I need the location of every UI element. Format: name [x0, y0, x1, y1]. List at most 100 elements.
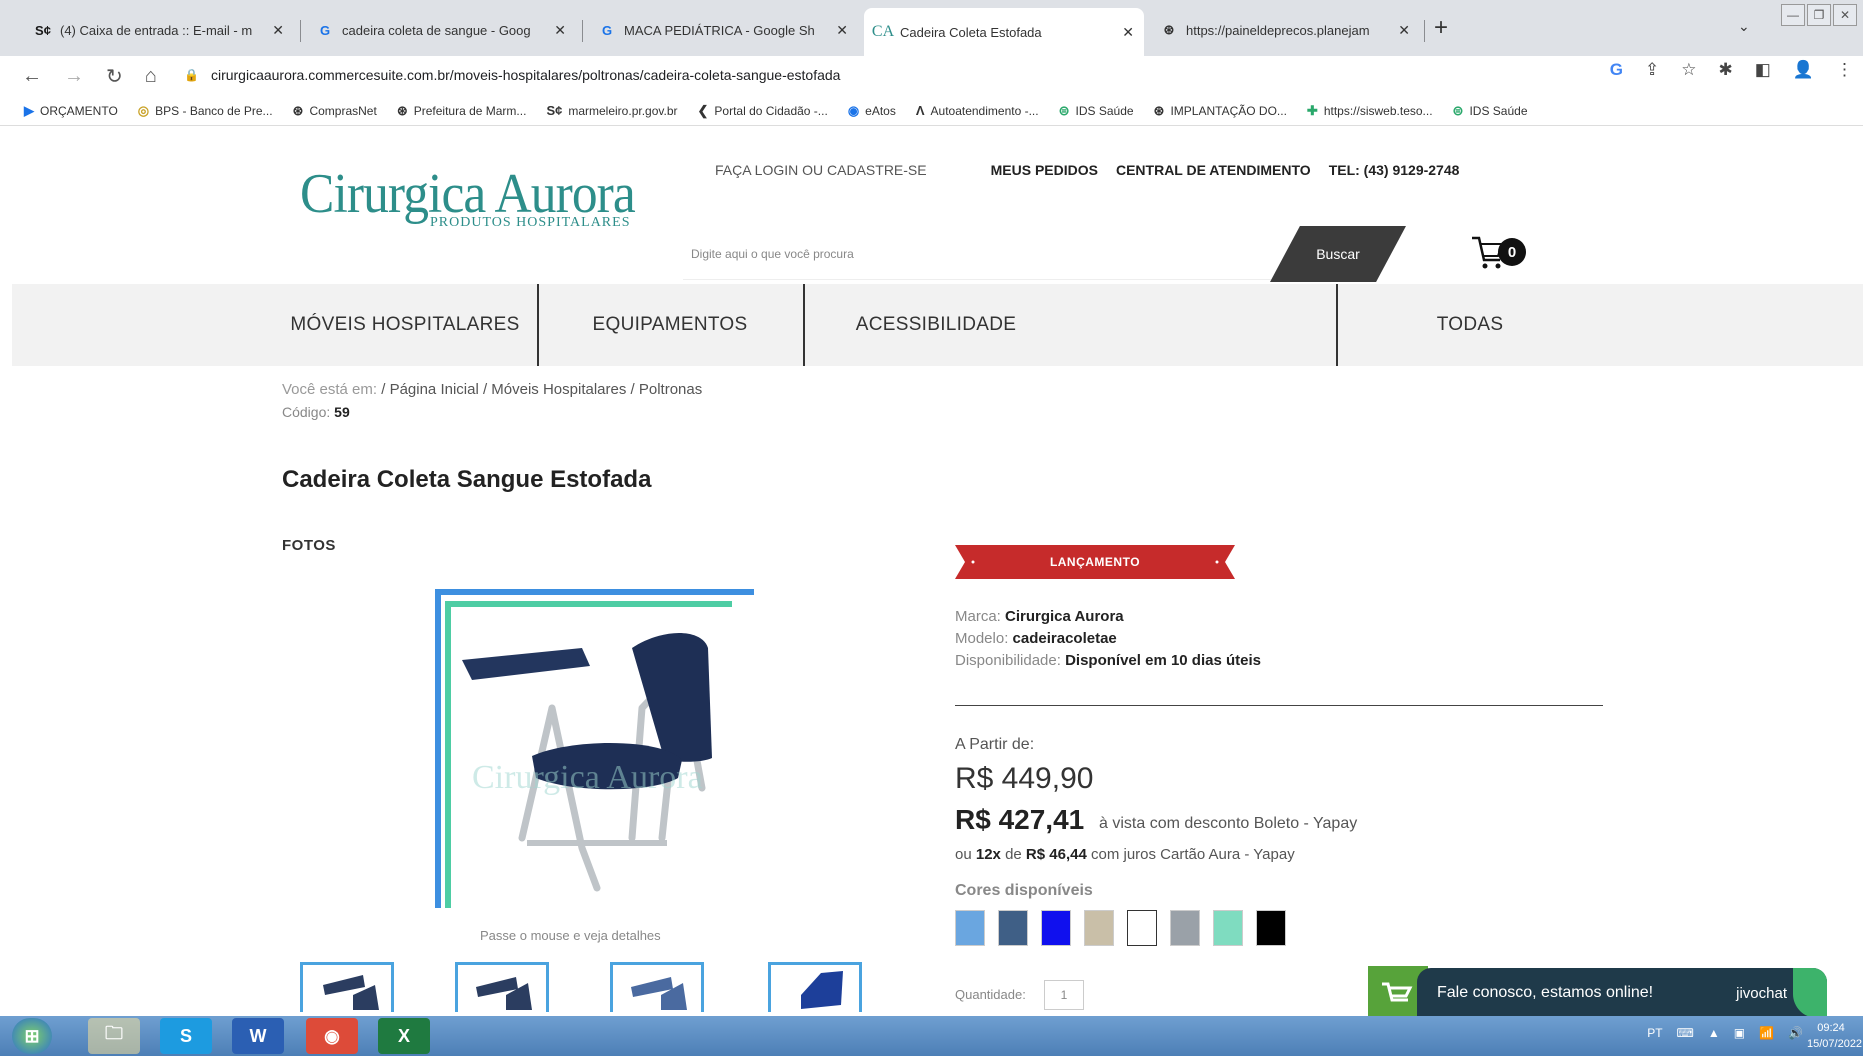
menu-acessibilidade[interactable]: ACESSIBILIDADE [806, 284, 1066, 366]
extensions-puzzle-icon[interactable]: ✱ [1719, 60, 1733, 80]
keyboard-icon[interactable]: ⌨ [1677, 1026, 1694, 1040]
tab-email[interactable]: S¢ (4) Caixa de entrada :: E-mail - m ✕ [24, 12, 294, 48]
address-bar[interactable]: 🔒 cirurgicaaurora.commercesuite.com.br/m… [184, 59, 1584, 91]
tray-app-icon[interactable]: ▣ [1734, 1026, 1745, 1040]
bookmark-label: marmeleiro.pr.gov.br [568, 103, 678, 118]
color-swatch[interactable] [998, 910, 1028, 946]
tab-search-chevron-icon[interactable]: ⌄ [1738, 18, 1750, 35]
chat-widget[interactable]: Fale conosco, estamos online! jivochat [1417, 968, 1827, 1018]
color-swatch[interactable] [1127, 910, 1157, 946]
close-icon[interactable]: ✕ [1122, 24, 1134, 41]
availability-value: Disponível em 10 dias úteis [1065, 652, 1261, 669]
share-icon[interactable]: ⇪ [1645, 60, 1659, 80]
thumbnail[interactable] [455, 962, 549, 1012]
star-bookmark-icon[interactable]: ☆ [1681, 60, 1696, 80]
close-icon[interactable]: ✕ [1398, 22, 1410, 39]
network-icon[interactable]: 📶 [1759, 1026, 1774, 1040]
maximize-button[interactable]: ❐ [1807, 4, 1831, 26]
side-panel-icon[interactable]: ◧ [1755, 60, 1771, 80]
color-swatch[interactable] [1170, 910, 1200, 946]
quantity-label: Quantidade: [955, 987, 1026, 1002]
bookmark-item[interactable]: ▶ ORÇAMENTO [24, 103, 118, 119]
profile-avatar-icon[interactable]: 👤 [1793, 60, 1814, 80]
tab-active-product[interactable]: CA Cadeira Coleta Estofada ✕ [864, 8, 1144, 56]
search-input[interactable]: Digite aqui o que você procura [683, 228, 1303, 280]
bookmark-item[interactable]: S¢ marmeleiro.pr.gov.br [546, 103, 677, 118]
product-code: Código: 59 [282, 404, 350, 420]
support-link[interactable]: CENTRAL DE ATENDIMENTO [1116, 162, 1311, 178]
back-arrow-icon[interactable]: ← [22, 65, 42, 88]
color-swatch[interactable] [1041, 910, 1071, 946]
color-swatch[interactable] [1256, 910, 1286, 946]
bookmark-item[interactable]: ⊜ IDS Saúde [1059, 103, 1134, 119]
tesouro-icon: ✚ [1306, 102, 1318, 118]
menu-todas[interactable]: TODAS [1340, 284, 1600, 366]
tab-google-search[interactable]: G cadeira coleta de sangue - Goog ✕ [306, 12, 576, 48]
tab-google-shopping[interactable]: G MACA PEDIÁTRICA - Google Sh ✕ [588, 12, 858, 48]
product-image[interactable]: Cirurgica Aurora [432, 588, 762, 908]
chrome-icon[interactable]: ◉ [306, 1018, 358, 1054]
reload-icon[interactable]: ↻ [106, 64, 123, 89]
orders-link[interactable]: MEUS PEDIDOS [991, 162, 1098, 178]
toolbar-actions: G ⇪ ☆ ✱ ◧ 👤 ⋮ [1610, 60, 1853, 80]
clock[interactable]: 09:24 15/07/2022 [1807, 1020, 1862, 1052]
installment-mid: de [1005, 846, 1022, 863]
bookmark-item[interactable]: ✚ https://sisweb.teso... [1307, 103, 1433, 119]
bookmark-item[interactable]: ◎ BPS - Banco de Pre... [138, 103, 273, 119]
color-swatch[interactable] [1084, 910, 1114, 946]
home-icon[interactable]: ⌂ [145, 65, 157, 88]
excel-icon[interactable]: X [378, 1018, 430, 1054]
bookmark-item[interactable]: ❮ Portal do Cidadão -... [698, 103, 828, 119]
thumbnail[interactable] [610, 962, 704, 1012]
close-icon[interactable]: ✕ [554, 22, 566, 39]
product-code-value: 59 [334, 404, 350, 420]
bookmark-item[interactable]: ⊛ IMPLANTAÇÃO DO... [1154, 103, 1287, 119]
ids-icon: ⊜ [1058, 102, 1070, 118]
thumbnail[interactable] [300, 962, 394, 1012]
color-swatch[interactable] [1213, 910, 1243, 946]
word-icon[interactable]: W [232, 1018, 284, 1054]
chair-thumbnail [476, 977, 532, 1010]
close-window-button[interactable]: ✕ [1833, 4, 1857, 26]
kebab-menu-icon[interactable]: ⋮ [1836, 60, 1853, 80]
bookmark-item[interactable]: ◉ eAtos [848, 103, 896, 119]
color-swatch[interactable] [955, 910, 985, 946]
model-value: cadeiracoletae [1012, 630, 1117, 647]
bookmark-label: IDS Saúde [1075, 103, 1134, 118]
language-indicator[interactable]: PT [1647, 1026, 1662, 1040]
tab-painel-precos[interactable]: ⊛ https://paineldeprecos.planejam ✕ [1150, 12, 1420, 48]
skype-icon[interactable]: S [160, 1018, 212, 1054]
bookmark-label: ComprasNet [309, 103, 377, 118]
close-icon[interactable]: ✕ [836, 22, 848, 39]
menu-divider [803, 284, 805, 366]
header-links: FAÇA LOGIN OU CADASTRE-SE MEUS PEDIDOS C… [715, 162, 1459, 178]
model-label: Modelo: [955, 630, 1009, 647]
login-link[interactable]: FAÇA LOGIN OU CADASTRE-SE [715, 162, 927, 178]
minimize-button[interactable]: — [1781, 4, 1805, 26]
bookmark-item[interactable]: Λ Autoatendimento -... [916, 103, 1039, 118]
bookmark-item[interactable]: ⊜ IDS Saúde [1453, 103, 1528, 119]
start-button-icon[interactable]: ⊞ [12, 1018, 52, 1054]
close-icon[interactable]: ✕ [272, 22, 284, 39]
forward-arrow-icon[interactable]: → [64, 65, 84, 88]
bookmark-item[interactable]: ⊛ Prefeitura de Marm... [397, 103, 527, 119]
google-g-icon[interactable]: G [1610, 60, 1623, 80]
menu-divider [537, 284, 539, 366]
bookmark-item[interactable]: ⊛ ComprasNet [293, 103, 377, 119]
globe-icon: ⊛ [1153, 102, 1165, 118]
file-explorer-icon[interactable]: 🗀 [88, 1018, 140, 1054]
chair-thumbnail [801, 971, 843, 1009]
breadcrumb-path[interactable]: / Página Inicial / Móveis Hospitalares /… [381, 381, 702, 398]
cash-price-description: à vista com desconto Boleto - Yapay [1099, 815, 1358, 832]
volume-icon[interactable]: 🔊 [1788, 1026, 1803, 1040]
menu-equipamentos[interactable]: EQUIPAMENTOS [540, 284, 800, 366]
bookmarks-bar: ▶ ORÇAMENTO ◎ BPS - Banco de Pre... ⊛ Compr… [0, 96, 1863, 126]
menu-moveis-hospitalares[interactable]: MÓVEIS HOSPITALARES [282, 284, 528, 366]
quantity-input[interactable]: 1 [1044, 980, 1084, 1010]
arrow-up-icon[interactable]: ▲ [1708, 1026, 1720, 1040]
new-tab-button[interactable]: + [1434, 14, 1448, 42]
chevron-left-icon: ❮ [697, 102, 709, 118]
tab-separator [300, 20, 301, 42]
thumbnail[interactable] [768, 962, 862, 1012]
